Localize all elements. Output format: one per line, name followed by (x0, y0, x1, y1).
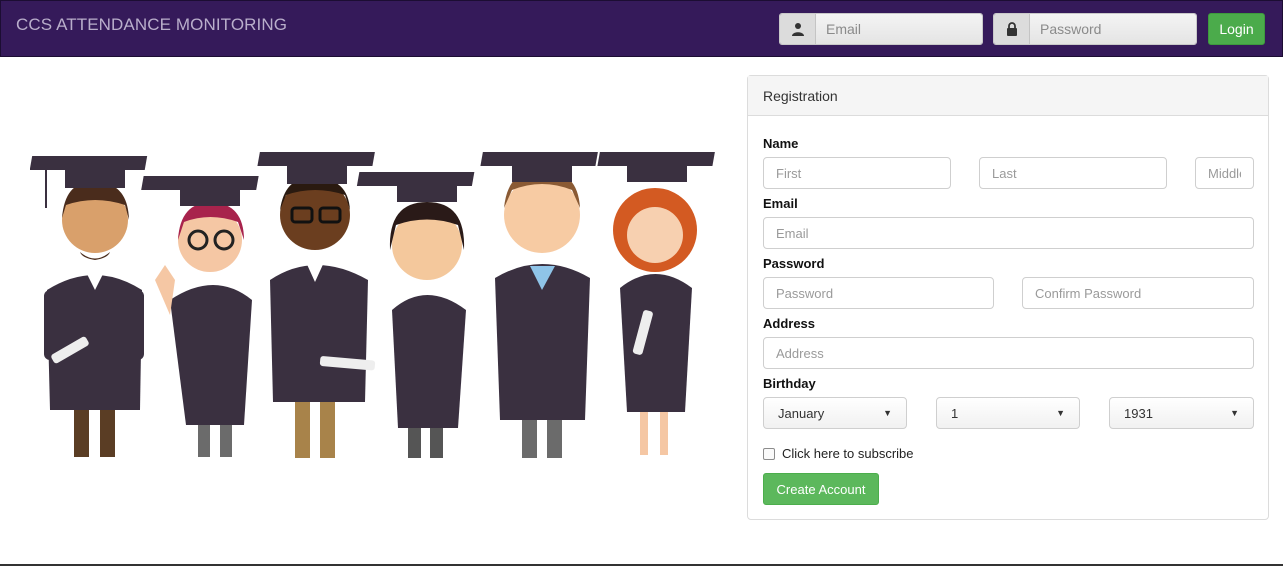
birthday-label: Birthday (763, 376, 816, 391)
email-field[interactable] (763, 217, 1254, 249)
navbar-password-group (993, 13, 1197, 45)
registration-panel: Registration Name Email Password Address… (747, 75, 1269, 520)
first-name-input[interactable] (763, 157, 951, 189)
subscribe-checkbox[interactable] (763, 447, 775, 460)
login-button[interactable]: Login (1208, 13, 1265, 45)
graduate-figure (30, 156, 148, 457)
user-icon (780, 14, 816, 44)
birthday-month-value: January (778, 405, 825, 421)
address-label: Address (763, 316, 816, 331)
lock-icon (994, 14, 1030, 44)
graduate-figure (480, 152, 598, 458)
graduate-figure (356, 172, 475, 458)
birthday-year-value: 1931 (1124, 405, 1153, 421)
navbar-email-group (779, 13, 983, 45)
subscribe-row: Click here to subscribe (763, 446, 914, 461)
birthday-year-select[interactable]: 1931 ▼ (1109, 397, 1254, 429)
address-field[interactable] (763, 337, 1254, 369)
chevron-down-icon: ▼ (1056, 408, 1065, 418)
graduates-illustration (30, 152, 715, 458)
graduate-figure (597, 152, 715, 455)
top-navbar: CCS ATTENDANCE MONITORING Login (0, 0, 1283, 57)
subscribe-label[interactable]: Click here to subscribe (782, 446, 914, 461)
last-name-input[interactable] (979, 157, 1167, 189)
create-account-button[interactable]: Create Account (763, 473, 879, 505)
panel-heading: Registration (748, 76, 1268, 116)
navbar-password-input[interactable] (1030, 14, 1196, 44)
password-field[interactable] (763, 277, 994, 309)
birthday-day-select[interactable]: 1 ▼ (936, 397, 1080, 429)
middle-name-input[interactable] (1195, 157, 1254, 189)
brand-title[interactable]: CCS ATTENDANCE MONITORING (16, 15, 287, 35)
graduate-figure (257, 152, 376, 458)
name-label: Name (763, 136, 799, 151)
email-label: Email (763, 196, 798, 211)
birthday-day-value: 1 (951, 405, 959, 421)
birthday-month-select[interactable]: January ▼ (763, 397, 907, 429)
confirm-password-field[interactable] (1022, 277, 1254, 309)
chevron-down-icon: ▼ (883, 408, 892, 418)
graduate-figure (141, 176, 259, 457)
password-label: Password (763, 256, 825, 271)
navbar-email-input[interactable] (816, 14, 982, 44)
chevron-down-icon: ▼ (1230, 408, 1239, 418)
